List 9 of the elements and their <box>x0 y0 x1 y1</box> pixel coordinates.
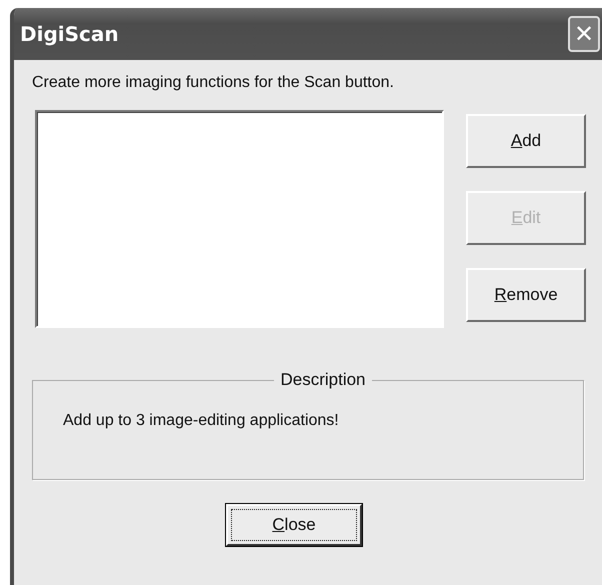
functions-list[interactable] <box>35 110 444 328</box>
group-legend: Description <box>274 370 372 390</box>
window-title: DigiScan <box>20 22 119 46</box>
close-icon[interactable]: ✕ <box>568 16 600 52</box>
action-button[interactable]: Add <box>466 114 586 168</box>
instruction-text: Create more imaging functions for the Scan button. <box>32 74 395 92</box>
action-button[interactable]: Remove <box>466 268 586 322</box>
close-button[interactable]: Close <box>226 504 362 546</box>
description-text: Add up to 3 image-editing applications! <box>63 412 340 430</box>
